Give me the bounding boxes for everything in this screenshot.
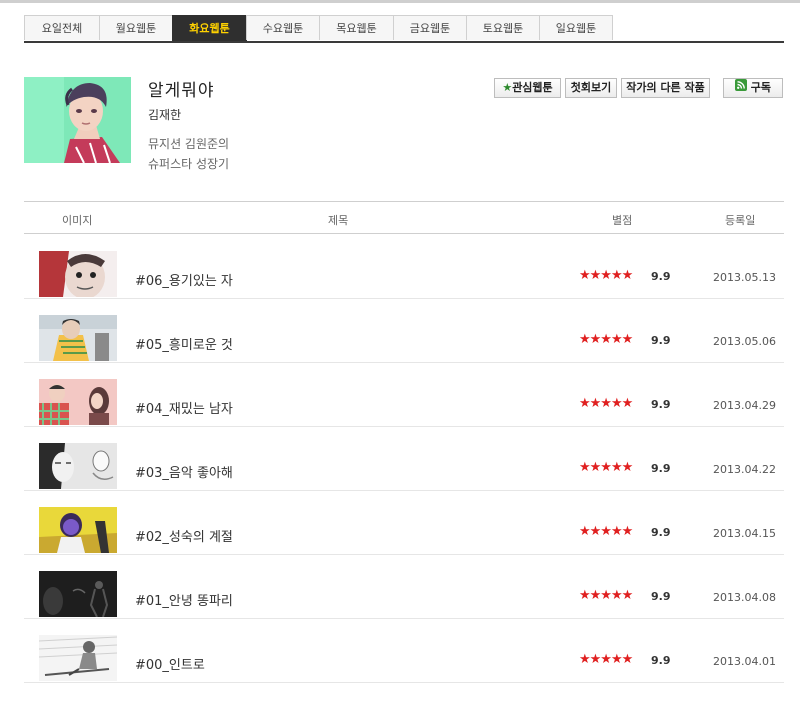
header-image: 이미지 — [62, 214, 93, 227]
top-border — [0, 0, 800, 3]
subscribe-button-label: 구독 — [750, 81, 772, 94]
rating-stars: ★★★★★ — [579, 396, 633, 411]
episode-row[interactable]: #04_재밌는 남자 ★★★★★ 9.9 2013.04.29 — [24, 363, 784, 427]
tab-all-days[interactable]: 요일전체 — [24, 15, 100, 40]
rating-score: 9.9 — [651, 462, 671, 475]
episode-date: 2013.04.01 — [713, 655, 776, 668]
episode-thumbnail[interactable] — [39, 571, 117, 617]
episode-thumbnail[interactable] — [39, 443, 117, 489]
episode-date: 2013.05.06 — [713, 335, 776, 348]
tab-friday[interactable]: 금요웹툰 — [393, 15, 467, 40]
rating-stars: ★★★★★ — [579, 268, 633, 283]
rating-score: 9.9 — [651, 526, 671, 539]
rating-stars: ★★★★★ — [579, 524, 633, 539]
episode-thumbnail[interactable] — [39, 251, 117, 297]
favorite-button-label: 관심웹툰 — [512, 81, 553, 94]
episode-table-header: 이미지 제목 별점 등록일 — [24, 201, 784, 234]
comic-description: 뮤지션 김원준의 슈퍼스타 성장기 — [148, 134, 229, 174]
tab-thursday[interactable]: 목요웹툰 — [319, 15, 394, 40]
rating-stars: ★★★★★ — [579, 332, 633, 347]
episode-row[interactable]: #06_용기있는 자 ★★★★★ 9.9 2013.05.13 — [24, 235, 784, 299]
tab-monday[interactable]: 월요웹툰 — [99, 15, 173, 40]
header-rating: 별점 — [612, 214, 633, 227]
episode-title[interactable]: #01_안녕 똥파리 — [135, 590, 233, 609]
episode-row[interactable]: #05_흥미로운 것 ★★★★★ 9.9 2013.05.06 — [24, 299, 784, 363]
episode-row[interactable]: #02_성숙의 계절 ★★★★★ 9.9 2013.04.15 — [24, 491, 784, 555]
episode-thumbnail[interactable] — [39, 379, 117, 425]
description-line: 뮤지션 김원준의 — [148, 137, 230, 151]
weekday-tabs: 요일전체 월요웹툰 화요웹툰 수요웹툰 목요웹툰 금요웹툰 토요웹툰 일요웹툰 — [24, 15, 784, 43]
episode-row[interactable]: #03_음악 좋아해 ★★★★★ 9.9 2013.04.22 — [24, 427, 784, 491]
header-title: 제목 — [328, 214, 349, 227]
tab-sunday[interactable]: 일요웹툰 — [539, 15, 613, 40]
episode-date: 2013.04.08 — [713, 591, 776, 604]
rating-score: 9.9 — [651, 590, 671, 603]
episode-thumbnail[interactable] — [39, 315, 117, 361]
episode-thumbnail[interactable] — [39, 635, 117, 681]
comic-thumbnail[interactable] — [24, 77, 131, 163]
rating-stars: ★★★★★ — [579, 460, 633, 475]
rating-score: 9.9 — [651, 398, 671, 411]
episode-date: 2013.05.13 — [713, 271, 776, 284]
description-line: 슈퍼스타 성장기 — [148, 157, 230, 171]
episode-row[interactable]: #01_안녕 똥파리 ★★★★★ 9.9 2013.04.08 — [24, 555, 784, 619]
episode-date: 2013.04.29 — [713, 399, 776, 412]
rating-score: 9.9 — [651, 270, 671, 283]
subscribe-button[interactable]: 구독 — [723, 78, 783, 98]
episode-thumbnail[interactable] — [39, 507, 117, 553]
first-episode-button[interactable]: 첫회보기 — [565, 78, 617, 98]
star-icon: ★ — [502, 81, 513, 94]
episode-title[interactable]: #02_성숙의 계절 — [135, 526, 233, 545]
rating-stars: ★★★★★ — [579, 588, 633, 603]
favorite-button[interactable]: ★관심웹툰 — [494, 78, 561, 98]
rating-stars: ★★★★★ — [579, 652, 633, 667]
episode-date: 2013.04.22 — [713, 463, 776, 476]
comic-title: 알게뭐야 — [148, 81, 215, 101]
header-date: 등록일 — [725, 214, 756, 227]
episode-title[interactable]: #05_흥미로운 것 — [135, 334, 233, 353]
episode-title[interactable]: #03_음악 좋아해 — [135, 462, 233, 481]
rating-score: 9.9 — [651, 334, 671, 347]
tab-saturday[interactable]: 토요웹툰 — [466, 15, 540, 40]
episode-title[interactable]: #00_인트로 — [135, 654, 205, 673]
rss-icon — [734, 79, 747, 97]
episode-row[interactable]: #00_인트로 ★★★★★ 9.9 2013.04.01 — [24, 619, 784, 683]
rating-score: 9.9 — [651, 654, 671, 667]
tab-tuesday[interactable]: 화요웹툰 — [172, 15, 247, 41]
episode-title[interactable]: #06_용기있는 자 — [135, 270, 233, 289]
comic-author[interactable]: 김재한 — [148, 106, 181, 123]
tab-wednesday[interactable]: 수요웹툰 — [246, 15, 320, 40]
other-works-button[interactable]: 작가의 다른 작품 — [621, 78, 710, 98]
episode-date: 2013.04.15 — [713, 527, 776, 540]
episode-title[interactable]: #04_재밌는 남자 — [135, 398, 233, 417]
